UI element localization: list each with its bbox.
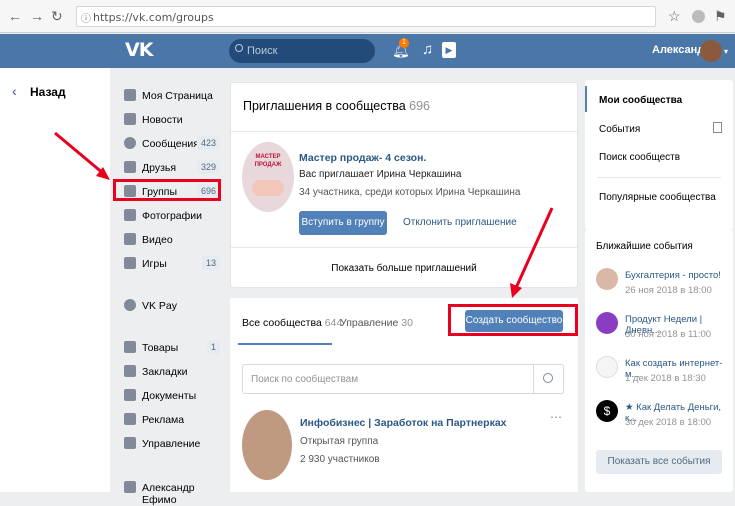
url-text: https://vk.com/groups bbox=[93, 11, 214, 24]
search-icon bbox=[235, 44, 243, 52]
menu-item-messages[interactable]: Сообщения 423 bbox=[120, 134, 220, 154]
event-title[interactable]: Бухгалтерия - просто! bbox=[625, 270, 721, 281]
divider bbox=[231, 131, 577, 132]
notification-badge: 1 bbox=[399, 38, 409, 48]
community-search-input[interactable]: Поиск по сообществам bbox=[242, 364, 564, 394]
search-communities-link[interactable]: Поиск сообществ bbox=[599, 152, 680, 163]
inviter-text: Вас приглашает Ирина Черкашина bbox=[299, 169, 462, 180]
event-date: 26 ноя 2018 в 18:00 bbox=[625, 285, 712, 296]
user-icon bbox=[124, 161, 136, 173]
event-date: 30 дек 2018 в 18:00 bbox=[625, 417, 712, 428]
invitations-title: Приглашения в сообщества 696 bbox=[243, 99, 430, 113]
dollar-icon[interactable]: $ bbox=[596, 400, 618, 422]
join-group-button[interactable]: Вступить в группу bbox=[299, 211, 387, 235]
annotation-box-create bbox=[448, 304, 578, 336]
tab-all-communities[interactable]: Все сообщества 644 bbox=[242, 317, 342, 329]
divider bbox=[231, 247, 577, 248]
megaphone-icon bbox=[124, 413, 136, 425]
active-tab-indicator bbox=[238, 343, 332, 345]
left-back-panel: ‹ Назад bbox=[0, 68, 110, 492]
play-icon[interactable]: ▶ bbox=[442, 42, 456, 58]
community-avatar[interactable] bbox=[242, 410, 292, 480]
menu-item-my-page[interactable]: Моя Страница bbox=[120, 86, 220, 106]
event-avatar[interactable] bbox=[596, 312, 618, 334]
handshake-icon bbox=[252, 180, 284, 196]
forward-arrow-icon[interactable]: → bbox=[30, 8, 44, 24]
event-avatar[interactable] bbox=[596, 356, 618, 378]
community-members: 2 930 участников bbox=[300, 454, 380, 465]
document-icon bbox=[124, 389, 136, 401]
vk-logo[interactable]: VK bbox=[125, 39, 153, 61]
event-date: 30 ноя 2018 в 11:00 bbox=[625, 329, 712, 340]
menu-item-bookmarks[interactable]: Закладки bbox=[120, 362, 220, 382]
menu-item-games[interactable]: Игры 13 bbox=[120, 254, 220, 274]
menu-item-documents[interactable]: Документы bbox=[120, 386, 220, 406]
annotation-box-groups bbox=[113, 179, 221, 201]
event-date: 1 дек 2018 в 18:30 bbox=[625, 373, 706, 384]
search-placeholder: Поиск bbox=[247, 45, 278, 57]
gamepad-icon bbox=[124, 257, 136, 269]
more-icon[interactable]: ⋯ bbox=[550, 410, 562, 424]
menu-item-news[interactable]: Новости bbox=[120, 110, 220, 130]
group-icon bbox=[124, 481, 136, 493]
upcoming-events: Ближайшие события Бухгалтерия - просто! … bbox=[585, 230, 733, 492]
chart-icon bbox=[124, 437, 136, 449]
flag-icon[interactable]: ⚑ bbox=[714, 8, 727, 24]
address-bar[interactable]: ⓘ https://vk.com/groups bbox=[76, 6, 656, 27]
chevron-down-icon[interactable]: ▾ bbox=[724, 47, 728, 56]
active-indicator bbox=[585, 86, 587, 112]
goods-count: 1 bbox=[206, 340, 220, 354]
more-invitations-link[interactable]: Показать больше приглашений bbox=[231, 263, 577, 274]
my-communities-link[interactable]: Мои сообщества bbox=[599, 95, 682, 106]
music-icon[interactable]: ♫ bbox=[422, 41, 433, 58]
menu-item-vkpay[interactable]: VK Pay bbox=[120, 296, 220, 316]
search-button[interactable] bbox=[533, 365, 563, 393]
bag-icon bbox=[124, 341, 136, 353]
video-icon bbox=[124, 233, 136, 245]
vkpay-icon bbox=[124, 299, 136, 311]
menu-item-manage[interactable]: Управление bbox=[120, 434, 220, 454]
star-icon bbox=[124, 365, 136, 377]
divider bbox=[597, 177, 721, 178]
menu-item-friends[interactable]: Друзья 329 bbox=[120, 158, 220, 178]
extension-icon[interactable] bbox=[692, 10, 705, 23]
calendar-icon[interactable] bbox=[713, 122, 722, 133]
menu-item-ads[interactable]: Реклама bbox=[120, 410, 220, 430]
back-arrow-icon[interactable]: ← bbox=[8, 8, 22, 24]
header-search[interactable]: Поиск bbox=[229, 39, 375, 63]
avatar[interactable] bbox=[700, 40, 722, 62]
search-icon bbox=[543, 373, 553, 383]
reload-icon[interactable]: ↻ bbox=[51, 8, 63, 24]
camera-icon bbox=[124, 209, 136, 221]
popular-communities-link[interactable]: Популярные сообщества bbox=[599, 192, 716, 203]
news-icon bbox=[124, 113, 136, 125]
menu-item-video[interactable]: Видео bbox=[120, 230, 220, 250]
community-type: Открытая группа bbox=[300, 436, 379, 447]
browser-toolbar: ← → ↻ ⓘ https://vk.com/groups ☆ ⚑ bbox=[0, 0, 735, 33]
menu-item-profile[interactable]: Александр Ефимо bbox=[120, 478, 220, 506]
menu-item-photos[interactable]: Фотографии bbox=[120, 206, 220, 226]
info-icon[interactable]: ⓘ bbox=[81, 10, 91, 25]
events-link[interactable]: События bbox=[599, 124, 640, 135]
back-link[interactable]: Назад bbox=[30, 85, 66, 99]
community-logo[interactable]: МАСТЕР ПРОДАЖ bbox=[242, 142, 294, 212]
vk-header: VK Поиск 🔔︎ 1 ♫ ▶ Александр ▾ bbox=[0, 34, 735, 68]
star-icon[interactable]: ☆ bbox=[668, 8, 681, 24]
message-icon bbox=[124, 137, 136, 149]
community-name[interactable]: Инфобизнес | Заработок на Партнерках bbox=[300, 417, 507, 429]
invitation-group-name[interactable]: Мастер продаж- 4 сезон. bbox=[299, 152, 426, 164]
decline-invitation-link[interactable]: Отклонить приглашение bbox=[403, 217, 517, 228]
chevron-left-icon[interactable]: ‹ bbox=[12, 83, 17, 99]
tab-manage[interactable]: Управление 30 bbox=[340, 317, 413, 329]
messages-count: 423 bbox=[196, 136, 220, 150]
right-menu: Мои сообщества События Поиск сообществ П… bbox=[585, 80, 733, 230]
games-count: 13 bbox=[201, 256, 220, 270]
menu-item-goods[interactable]: Товары 1 bbox=[120, 338, 220, 358]
members-text: 34 участника, среди которых Ирина Черкаш… bbox=[299, 187, 521, 198]
event-avatar[interactable] bbox=[596, 268, 618, 290]
home-icon bbox=[124, 89, 136, 101]
events-title: Ближайшие события bbox=[596, 241, 693, 252]
show-all-events-button[interactable]: Показать все события bbox=[596, 450, 722, 474]
friends-count: 329 bbox=[196, 160, 220, 174]
